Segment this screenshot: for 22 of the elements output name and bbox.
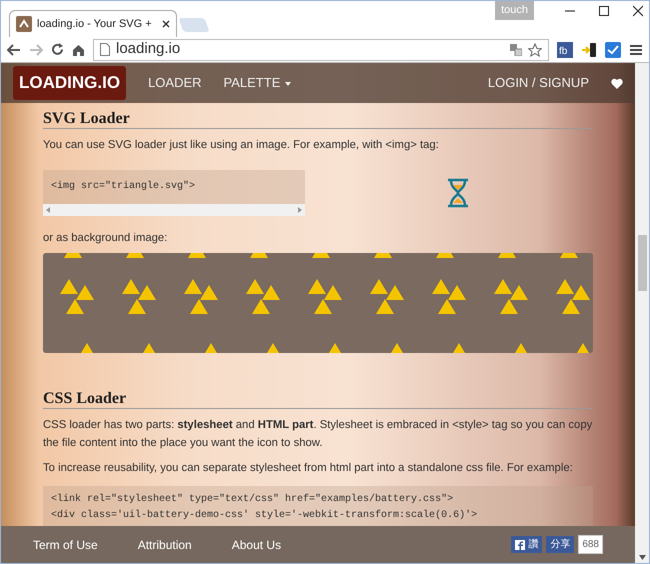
code-line: <link rel="stylesheet" type="text/css" href="examples/battery.css">: [51, 492, 454, 507]
nav-link[interactable]: PALETTE: [224, 73, 292, 93]
paragraph: or as background image:: [43, 231, 168, 246]
address-bar[interactable]: loading.io: [93, 38, 549, 60]
footer-link[interactable]: Term of Use: [33, 536, 98, 554]
share-count: 688: [578, 535, 603, 554]
extension-icon[interactable]: fb: [557, 42, 573, 58]
section-heading: SVG Loader: [43, 109, 593, 130]
share-button[interactable]: 分享: [546, 536, 574, 553]
paragraph: To increase reusability, you can separate stylesheet from html part into a standalone css file. For example:: [43, 461, 574, 476]
login-link[interactable]: LOGIN / SIGNUP: [488, 73, 589, 93]
like-button[interactable]: 讚: [511, 536, 542, 553]
browser-tab[interactable]: loading.io - Your SVG +: [9, 10, 177, 37]
nav-link[interactable]: LOADER: [148, 73, 202, 93]
code-line: <div class='uil-battery-demo-css' style='-webkit-transform:scale(0.6)'>: [51, 508, 478, 523]
paragraph: You can use SVG loader just like using an image. For example, with <img> tag:: [43, 138, 440, 154]
paragraph: CSS loader has two parts: stylesheet and HTML part. Stylesheet is embraced in <style> tag so you can copy the file content into the place you want the icon to show.: [43, 418, 593, 451]
brand-logo[interactable]: LOADING.IO: [13, 66, 126, 100]
code-block: <img src="triangle.svg">: [43, 170, 305, 204]
footer-link[interactable]: About Us: [232, 536, 282, 554]
section-heading: CSS Loader: [43, 389, 593, 410]
footer-link[interactable]: Attribution: [138, 536, 192, 554]
